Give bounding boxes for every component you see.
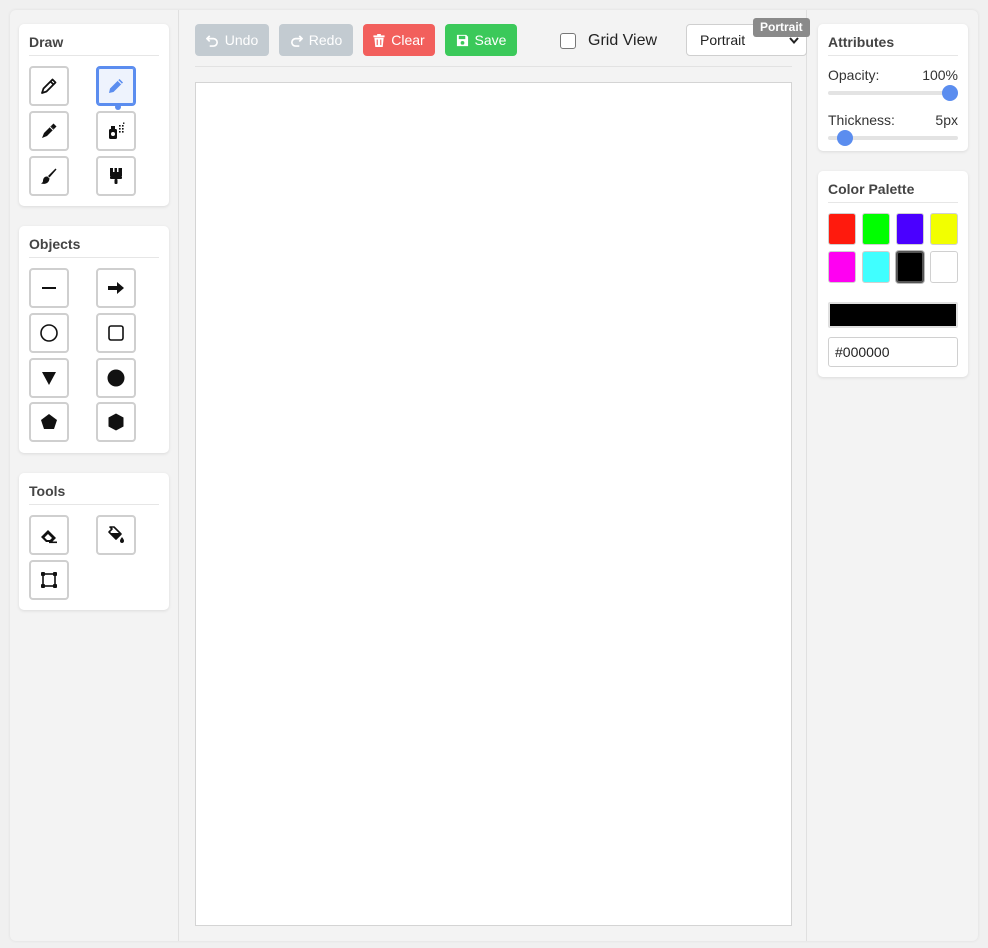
save-label: Save <box>474 32 507 48</box>
grid-view-toggle[interactable]: Grid View <box>560 32 657 50</box>
redo-icon <box>290 34 303 47</box>
objects-panel-title: Objects <box>29 236 159 258</box>
line-tool[interactable] <box>29 268 69 308</box>
hexagon-icon <box>108 413 124 431</box>
orientation-value: Portrait <box>700 32 746 48</box>
paintbrush-icon <box>41 168 57 184</box>
color-swatch[interactable] <box>862 213 890 245</box>
tools-panel: Tools <box>19 473 169 610</box>
toolbar: Undo Redo Clear Save Grid View Portrait … <box>195 18 810 67</box>
wide-brush-icon <box>110 167 122 184</box>
redo-label: Redo <box>308 32 343 48</box>
color-swatch[interactable] <box>828 213 856 245</box>
arrow-right-icon <box>108 282 124 294</box>
circle-filled-icon <box>107 369 125 387</box>
pencil-icon <box>41 78 57 94</box>
pentagon-tool[interactable] <box>29 402 69 442</box>
spray-tool[interactable] <box>96 111 136 151</box>
marker-icon <box>42 123 57 138</box>
redo-button[interactable]: Redo <box>279 24 353 56</box>
wide-brush-tool[interactable] <box>96 156 136 196</box>
draw-panel-title: Draw <box>29 34 159 56</box>
spray-can-icon <box>109 122 125 139</box>
grid-view-label: Grid View <box>588 32 658 49</box>
color-palette-title: Color Palette <box>828 181 958 203</box>
tools-panel-title: Tools <box>29 483 159 505</box>
hex-color-input[interactable]: #000000 <box>828 337 958 367</box>
drawing-canvas[interactable] <box>195 82 792 926</box>
pencil-tool[interactable] <box>29 66 69 106</box>
arrow-tool[interactable] <box>96 268 136 308</box>
attributes-panel: Attributes Opacity: 100% Thickness: 5px <box>818 24 968 151</box>
thickness-slider-handle[interactable] <box>837 130 854 146</box>
line-icon <box>42 287 56 289</box>
fill-tool[interactable] <box>96 515 136 555</box>
vector-square-icon <box>41 572 57 588</box>
undo-button[interactable]: Undo <box>195 24 269 56</box>
thickness-slider[interactable] <box>828 130 958 146</box>
main-area: Undo Redo Clear Save Grid View Portrait … <box>180 10 810 941</box>
pen-icon <box>109 79 123 93</box>
eraser-icon <box>41 530 57 544</box>
opacity-row: Opacity: 100% <box>828 67 958 83</box>
circle-outline-icon <box>40 324 58 342</box>
color-swatch[interactable] <box>930 251 958 283</box>
color-swatch[interactable] <box>862 251 890 283</box>
square-outline-tool[interactable] <box>96 313 136 353</box>
paint-bucket-icon <box>108 526 124 543</box>
triangle-down-icon <box>42 372 56 385</box>
thickness-label: Thickness: <box>828 112 895 128</box>
color-swatch[interactable] <box>828 251 856 283</box>
eraser-tool[interactable] <box>29 515 69 555</box>
draw-panel: Draw <box>19 24 169 206</box>
undo-icon <box>205 34 218 47</box>
select-tool[interactable] <box>29 560 69 600</box>
opacity-slider[interactable] <box>828 85 958 101</box>
color-palette-panel: Color Palette #000000 <box>818 171 968 377</box>
thickness-row: Thickness: 5px <box>828 112 958 128</box>
right-sidebar: Attributes Opacity: 100% Thickness: 5px … <box>808 10 978 941</box>
active-indicator <box>115 104 121 110</box>
attributes-panel-title: Attributes <box>828 34 958 56</box>
trash-icon <box>373 33 385 47</box>
clear-button[interactable]: Clear <box>363 24 435 56</box>
circle-outline-tool[interactable] <box>29 313 69 353</box>
current-color-fill <box>830 304 956 326</box>
square-outline-icon <box>108 325 124 341</box>
pen-tool[interactable] <box>96 66 136 110</box>
paint-app: Draw Objects Tools Undo Redo Clear Save … <box>10 10 978 941</box>
clear-label: Clear <box>391 32 425 48</box>
orientation-tooltip: Portrait <box>753 18 810 37</box>
current-color-preview[interactable] <box>828 302 958 328</box>
triangle-tool[interactable] <box>29 358 69 398</box>
hexagon-tool[interactable] <box>96 402 136 442</box>
undo-label: Undo <box>224 32 259 48</box>
opacity-value: 100% <box>922 67 958 83</box>
pentagon-icon <box>41 414 57 429</box>
color-swatch[interactable] <box>896 251 924 283</box>
floppy-disk-icon <box>456 34 468 46</box>
left-sidebar: Draw Objects Tools <box>10 10 179 941</box>
grid-view-checkbox[interactable] <box>560 33 576 49</box>
objects-panel: Objects <box>19 226 169 453</box>
color-swatch[interactable] <box>896 213 924 245</box>
opacity-label: Opacity: <box>828 67 880 83</box>
circle-filled-tool[interactable] <box>96 358 136 398</box>
color-swatch[interactable] <box>930 213 958 245</box>
thickness-value: 5px <box>935 112 958 128</box>
marker-tool[interactable] <box>29 111 69 151</box>
save-button[interactable]: Save <box>445 24 517 56</box>
brush-tool[interactable] <box>29 156 69 196</box>
opacity-slider-handle[interactable] <box>942 85 958 101</box>
